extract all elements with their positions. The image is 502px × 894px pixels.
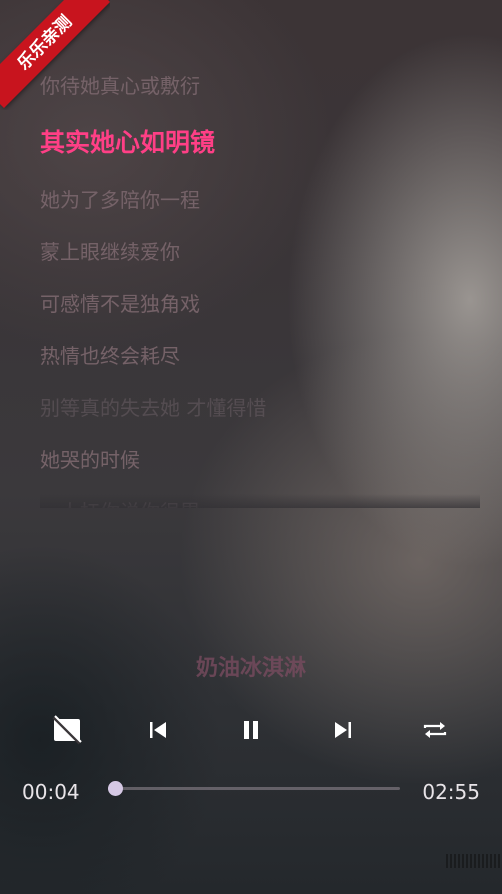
corner-badge: 乐乐亲测 xyxy=(0,0,110,110)
progress-thumb[interactable] xyxy=(107,781,123,796)
corner-badge-text: 乐乐亲测 xyxy=(0,0,110,109)
repeat-icon xyxy=(423,722,447,738)
watermark-pattern xyxy=(446,854,500,868)
song-title: 奶油冰淇淋 xyxy=(195,656,306,681)
skip-next-icon xyxy=(335,722,351,738)
next-button[interactable] xyxy=(319,706,367,754)
playback-controls xyxy=(0,706,502,754)
pause-icon xyxy=(244,721,258,739)
lyric-line[interactable]: 她为了多陪你一程 xyxy=(40,174,480,226)
cover-toggle-button[interactable] xyxy=(43,706,91,754)
lyric-line[interactable]: 热情也终会耗尽 xyxy=(40,330,480,382)
lyric-line[interactable]: 可感情不是独角戏 xyxy=(40,278,480,330)
skip-previous-icon xyxy=(150,722,166,738)
lyric-line[interactable]: 她哭的时候 xyxy=(40,434,480,486)
cover-off-icon xyxy=(52,715,82,745)
pause-button[interactable] xyxy=(227,706,275,754)
progress-slider[interactable] xyxy=(107,781,400,796)
current-time: 00:04 xyxy=(22,780,80,804)
progress-row: 00:04 02:55 xyxy=(0,772,502,812)
previous-button[interactable] xyxy=(134,706,182,754)
lyric-line-current[interactable]: 其实她心如明镜 xyxy=(40,112,480,174)
total-time: 02:55 xyxy=(422,780,480,804)
lyrics-panel[interactable]: 你待她真心或敷衍 其实她心如明镜 她为了多陪你一程 蒙上眼继续爱你 可感情不是独… xyxy=(40,60,480,508)
lyrics-fade xyxy=(40,494,480,508)
repeat-mode-button[interactable] xyxy=(411,706,459,754)
lyric-line[interactable]: 蒙上眼继续爱你 xyxy=(40,226,480,278)
lyric-line[interactable]: 别等真的失去她 才懂得惜 xyxy=(40,382,480,434)
